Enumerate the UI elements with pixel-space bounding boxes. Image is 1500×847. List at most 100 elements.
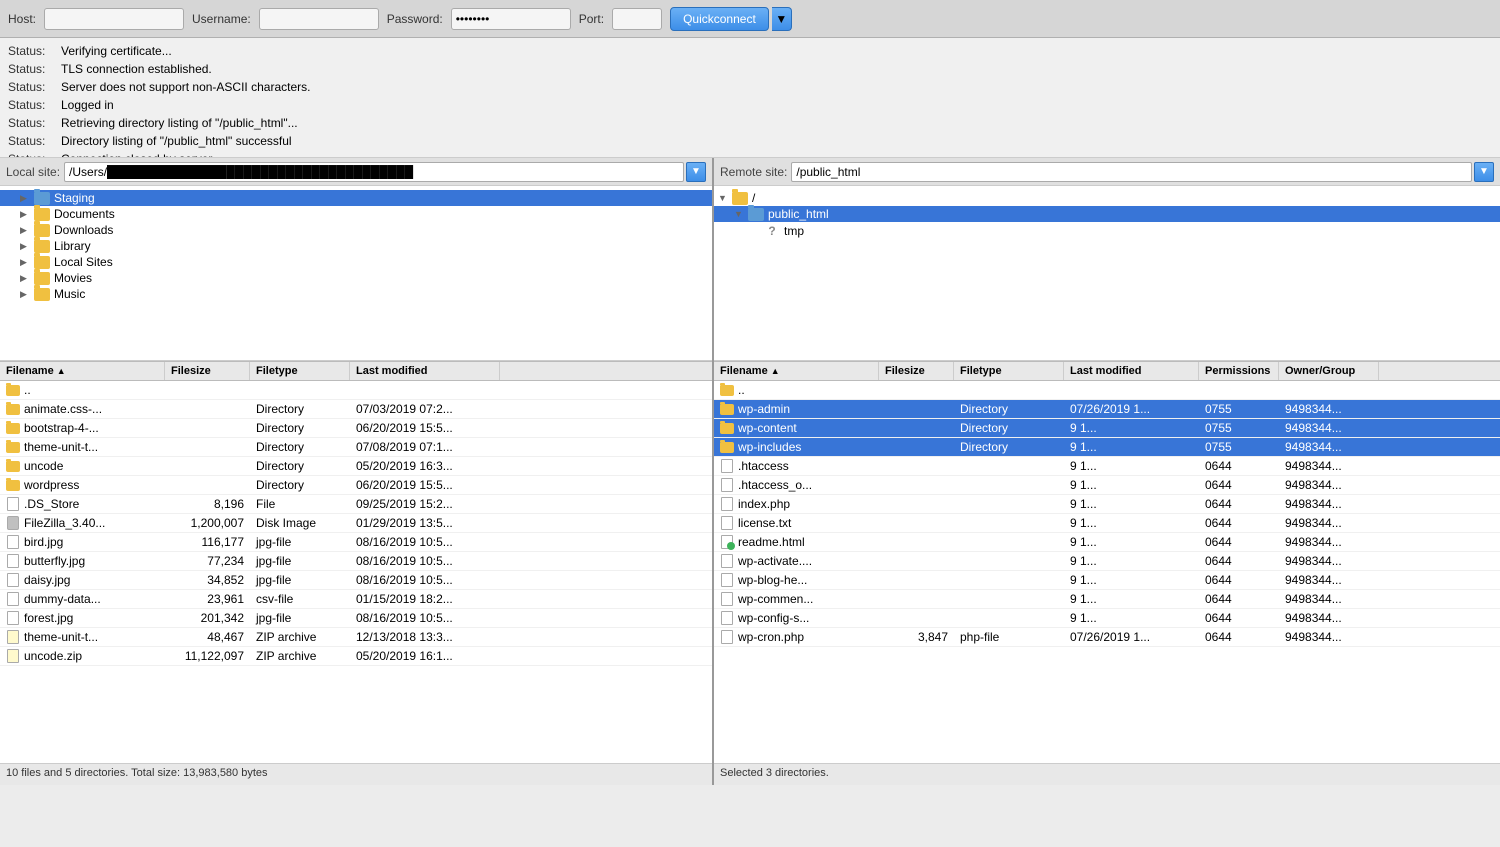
folder-icon [6,442,20,453]
local-file-size [165,446,250,448]
local-site-dropdown[interactable]: ▼ [686,162,706,182]
remote-col-ownergroup[interactable]: Owner/Group [1279,362,1379,380]
host-input[interactable] [44,8,184,30]
remote-tree-item-public-html[interactable]: ▼ public_html [714,206,1500,222]
remote-file-row[interactable]: .. [714,381,1500,400]
remote-file-row-index-php[interactable]: index.php 9 1... 0644 9498344... [714,495,1500,514]
local-file-row[interactable]: FileZilla_3.40... 1,200,007 Disk Image 0… [0,514,712,533]
local-col-filename[interactable]: Filename ▲ [0,362,165,380]
remote-file-row-wp-includes[interactable]: wp-includes Directory 9 1... 0755 949834… [714,438,1500,457]
local-file-row[interactable]: forest.jpg 201,342 jpg-file 08/16/2019 1… [0,609,712,628]
local-file-modified: 01/29/2019 13:5... [350,515,500,531]
local-col-lastmodified[interactable]: Last modified [350,362,500,380]
remote-file-perms: 0755 [1199,401,1279,417]
username-input[interactable] [259,8,379,30]
remote-file-perms: 0644 [1199,553,1279,569]
local-file-modified: 08/16/2019 10:5... [350,553,500,569]
remote-file-owner: 9498344... [1279,572,1379,588]
remote-col-lastmodified[interactable]: Last modified [1064,362,1199,380]
file-icon [720,554,734,568]
tree-toggle[interactable]: ▶ [20,209,34,220]
disk-img [7,516,19,530]
remote-file-name: index.php [714,496,879,512]
remote-file-row-wp-config-s[interactable]: wp-config-s... 9 1... 0644 9498344... [714,609,1500,628]
remote-file-type [954,465,1064,467]
globe-dot-icon [727,542,735,550]
local-tree-item-local-sites[interactable]: ▶ Local Sites [0,254,712,270]
local-file-type: Directory [250,420,350,436]
remote-col-filename[interactable]: Filename ▲ [714,362,879,380]
remote-file-row-htaccess-o[interactable]: .htaccess_o... 9 1... 0644 9498344... [714,476,1500,495]
tree-toggle[interactable]: ▶ [20,257,34,268]
local-file-row[interactable]: wordpress Directory 06/20/2019 15:5... [0,476,712,495]
remote-file-row-license-txt[interactable]: license.txt 9 1... 0644 9498344... [714,514,1500,533]
folder-icon [720,423,734,434]
remote-file-row-wp-activate[interactable]: wp-activate.... 9 1... 0644 9498344... [714,552,1500,571]
remote-file-row-wp-commen[interactable]: wp-commen... 9 1... 0644 9498344... [714,590,1500,609]
local-file-row[interactable]: dummy-data... 23,961 csv-file 01/15/2019… [0,590,712,609]
remote-file-modified: 9 1... [1064,496,1199,512]
tree-toggle[interactable]: ▼ [718,193,732,203]
remote-file-size [879,427,954,429]
tree-toggle[interactable]: ▶ [20,193,34,204]
remote-file-list: Filename ▲ Filesize Filetype Last modifi… [714,361,1500,763]
tree-toggle[interactable]: ▼ [734,209,748,219]
remote-file-size [879,503,954,505]
local-file-row[interactable]: bootstrap-4-... Directory 06/20/2019 15:… [0,419,712,438]
remote-file-row-readme-html[interactable]: readme.html 9 1... 0644 9498344... [714,533,1500,552]
remote-tree-item-tmp[interactable]: ? tmp [714,222,1500,240]
local-file-size: 8,196 [165,496,250,512]
local-col-filesize[interactable]: Filesize [165,362,250,380]
tree-toggle[interactable]: ▶ [20,273,34,284]
local-file-size [165,408,250,410]
remote-site-dropdown[interactable]: ▼ [1474,162,1494,182]
remote-file-perms: 0644 [1199,477,1279,493]
remote-col-filesize[interactable]: Filesize [879,362,954,380]
local-file-row[interactable]: butterfly.jpg 77,234 jpg-file 08/16/2019… [0,552,712,571]
remote-file-row-wp-content[interactable]: wp-content Directory 9 1... 0755 9498344… [714,419,1500,438]
tree-toggle[interactable]: ▶ [20,289,34,300]
main-area: Local site: ▼ ▶ Staging ▶ Documents ▶ Do… [0,158,1500,785]
remote-file-row-wp-blog-he[interactable]: wp-blog-he... 9 1... 0644 9498344... [714,571,1500,590]
local-file-type: jpg-file [250,610,350,626]
local-file-row[interactable]: theme-unit-t... 48,467 ZIP archive 12/13… [0,628,712,647]
tree-item-label: Local Sites [54,255,113,269]
local-file-row[interactable]: theme-unit-t... Directory 07/08/2019 07:… [0,438,712,457]
local-status-bar: 10 files and 5 directories. Total size: … [0,763,712,785]
local-site-path[interactable] [64,162,684,182]
port-input[interactable] [612,8,662,30]
remote-site-path[interactable] [791,162,1472,182]
local-tree-item-staging[interactable]: ▶ Staging [0,190,712,206]
local-tree-item-documents[interactable]: ▶ Documents [0,206,712,222]
local-file-type: jpg-file [250,534,350,550]
local-file-row[interactable]: daisy.jpg 34,852 jpg-file 08/16/2019 10:… [0,571,712,590]
local-file-row[interactable]: .. [0,381,712,400]
remote-file-type [954,560,1064,562]
local-tree-item-downloads[interactable]: ▶ Downloads [0,222,712,238]
local-file-row[interactable]: uncode.zip 11,122,097 ZIP archive 05/20/… [0,647,712,666]
tree-toggle[interactable]: ▶ [20,241,34,252]
local-file-size: 23,961 [165,591,250,607]
local-file-row[interactable]: animate.css-... Directory 07/03/2019 07:… [0,400,712,419]
local-file-row[interactable]: bird.jpg 116,177 jpg-file 08/16/2019 10:… [0,533,712,552]
tree-toggle[interactable]: ▶ [20,225,34,236]
remote-file-row-wp-cron-php[interactable]: wp-cron.php 3,847 php-file 07/26/2019 1.… [714,628,1500,647]
local-file-type: File [250,496,350,512]
remote-col-filetype[interactable]: Filetype [954,362,1064,380]
local-col-filetype[interactable]: Filetype [250,362,350,380]
local-tree-item-music[interactable]: ▶ Music [0,286,712,302]
remote-col-permissions[interactable]: Permissions [1199,362,1279,380]
local-file-modified: 08/16/2019 10:5... [350,610,500,626]
remote-tree-item-root[interactable]: ▼ / [714,190,1500,206]
local-file-modified: 09/25/2019 15:2... [350,496,500,512]
local-tree-item-library[interactable]: ▶ Library [0,238,712,254]
remote-file-row-wp-admin[interactable]: wp-admin Directory 07/26/2019 1... 0755 … [714,400,1500,419]
local-file-name: FileZilla_3.40... [0,515,165,531]
quickconnect-dropdown[interactable]: ▼ [772,7,792,31]
quickconnect-button[interactable]: Quickconnect [670,7,769,31]
password-input[interactable] [451,8,571,30]
local-file-row[interactable]: uncode Directory 05/20/2019 16:3... [0,457,712,476]
local-tree-item-movies[interactable]: ▶ Movies [0,270,712,286]
remote-file-row-htaccess[interactable]: .htaccess 9 1... 0644 9498344... [714,457,1500,476]
local-file-row[interactable]: .DS_Store 8,196 File 09/25/2019 15:2... [0,495,712,514]
